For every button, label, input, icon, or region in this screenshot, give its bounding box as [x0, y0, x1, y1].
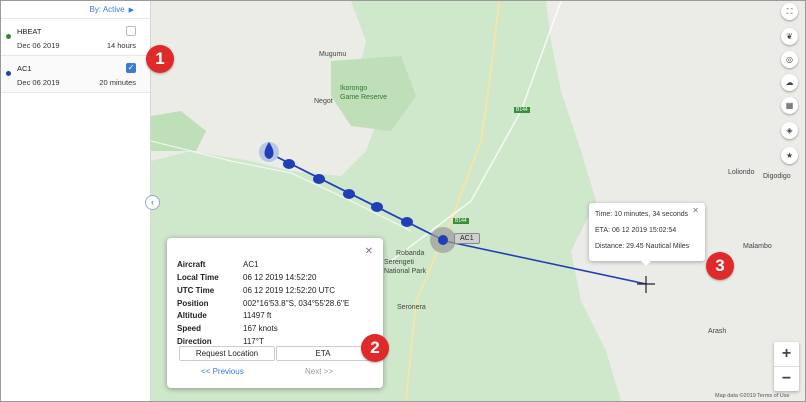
tooltip-arrow — [641, 261, 651, 266]
road-shield: B144 — [453, 218, 469, 224]
place-label: Malambo — [743, 243, 772, 250]
place-label: Mugumu — [319, 51, 347, 58]
detail-row: Position 002°16'53.8''S, 034°55'28.6''E — [177, 297, 349, 310]
zoom-out-button[interactable]: − — [774, 367, 799, 391]
detail-value: 06 12 2019 14:52:20 — [243, 272, 317, 282]
aircraft-marker[interactable] — [438, 235, 448, 245]
place-label: Negot — [314, 98, 333, 105]
place-label: Arash — [708, 328, 727, 335]
detail-value: AC1 — [243, 259, 259, 269]
filter-header[interactable]: By: Active ▶ — [1, 1, 150, 19]
eta-datetime-text: ETA: 06 12 2019 15:02:54 — [595, 227, 677, 234]
detail-row: Local Time 06 12 2019 14:52:20 — [177, 271, 349, 284]
place-label: Seronera — [397, 304, 426, 311]
close-icon[interactable]: ✕ — [365, 246, 373, 257]
status-dot — [6, 34, 11, 39]
callout-badge-2: 2 — [361, 334, 389, 362]
detail-value: 06 12 2019 12:52:20 UTC — [243, 285, 336, 295]
map-attribution[interactable]: Map data ©2019 Terms of Use — [715, 393, 790, 399]
place-label: Robanda — [396, 250, 425, 257]
cloud-icon[interactable]: ☁ — [781, 74, 798, 91]
target-icon[interactable]: ◎ — [781, 51, 798, 68]
detail-key: Position — [177, 298, 209, 308]
star-icon[interactable]: ★ — [781, 147, 798, 164]
road-shield: B144 — [514, 107, 530, 113]
previous-link[interactable]: << Previous — [201, 367, 244, 376]
place-label: Serengeti National Park — [384, 259, 427, 275]
callout-badge-1: 1 — [146, 45, 174, 73]
detail-key: Aircraft — [177, 259, 206, 269]
eta-distance-text: Distance: 29.45 Nautical Miles — [595, 243, 690, 250]
place-label: Digodigo — [763, 173, 791, 180]
request-location-button[interactable]: Request Location — [179, 346, 275, 361]
detail-row: Aircraft AC1 — [177, 258, 349, 271]
detail-key: Speed — [177, 324, 202, 334]
zoom-in-button[interactable]: + — [774, 342, 799, 366]
item-duration: 14 hours — [106, 41, 136, 50]
aircraft-label[interactable]: AC1 — [454, 233, 480, 244]
place-label: Ikorongo Game Reserve — [340, 85, 388, 101]
map-icon[interactable]: ▦ — [781, 97, 798, 114]
item-name: HBEAT — [17, 27, 42, 36]
eta-tooltip: ✕ Time: 10 minutes, 34 seconds ETA: 06 1… — [589, 203, 705, 266]
item-duration: 20 minutes — [99, 78, 136, 87]
detail-value: 11497 ft — [243, 311, 272, 321]
detail-key: UTC Time — [177, 285, 215, 295]
eta-button[interactable]: ETA — [276, 346, 370, 361]
leaf-icon[interactable]: ❦ — [781, 28, 798, 45]
item-checkbox[interactable] — [126, 26, 136, 36]
asset-sidebar: By: Active ▶ HBEAT Dec 06 2019 14 hours … — [1, 1, 151, 401]
detail-row: Speed 167 knots — [177, 322, 349, 335]
place-label: Loliondo — [728, 169, 755, 176]
detail-value: 167 knots — [243, 324, 278, 334]
detail-key: Altitude — [177, 311, 207, 321]
list-item[interactable]: HBEAT Dec 06 2019 14 hours — [1, 19, 150, 56]
caret-right-icon[interactable]: ▶ — [129, 6, 134, 14]
detail-row: Altitude 11497 ft — [177, 310, 349, 323]
item-date: Dec 06 2019 — [17, 78, 60, 87]
item-name: AC1 — [17, 64, 32, 73]
layers-icon[interactable]: ◈ — [781, 122, 798, 139]
next-link[interactable]: Next >> — [305, 367, 333, 376]
list-item[interactable]: AC1 ✓ Dec 06 2019 20 minutes — [1, 56, 150, 93]
item-date: Dec 06 2019 — [17, 41, 60, 50]
app-frame: Mugumu Ikorongo Game Reserve Negot Roban… — [0, 0, 806, 402]
detail-row: UTC Time 06 12 2019 12:52:20 UTC — [177, 284, 349, 297]
aircraft-info-panel: ✕ Aircraft AC1 Local Time 06 12 2019 14:52… — [167, 238, 383, 388]
callout-badge-3: 3 — [706, 252, 734, 280]
filter-label[interactable]: By: Active — [89, 5, 124, 14]
eta-time-text: Time: 10 minutes, 34 seconds — [595, 211, 689, 218]
detail-key: Local Time — [177, 272, 219, 282]
status-dot — [6, 71, 11, 76]
aircraft-details-table: Aircraft AC1 Local Time 06 12 2019 14:52:2… — [177, 258, 349, 348]
collapse-sidebar-button[interactable]: ‹ — [145, 195, 160, 210]
detail-value: 002°16'53.8''S, 034°55'28.6''E — [243, 298, 350, 308]
close-icon[interactable]: ✕ — [692, 206, 699, 215]
fullscreen-icon[interactable]: ⛶ — [781, 3, 798, 20]
zoom-control: + − — [774, 342, 799, 391]
item-checkbox[interactable]: ✓ — [126, 63, 136, 73]
